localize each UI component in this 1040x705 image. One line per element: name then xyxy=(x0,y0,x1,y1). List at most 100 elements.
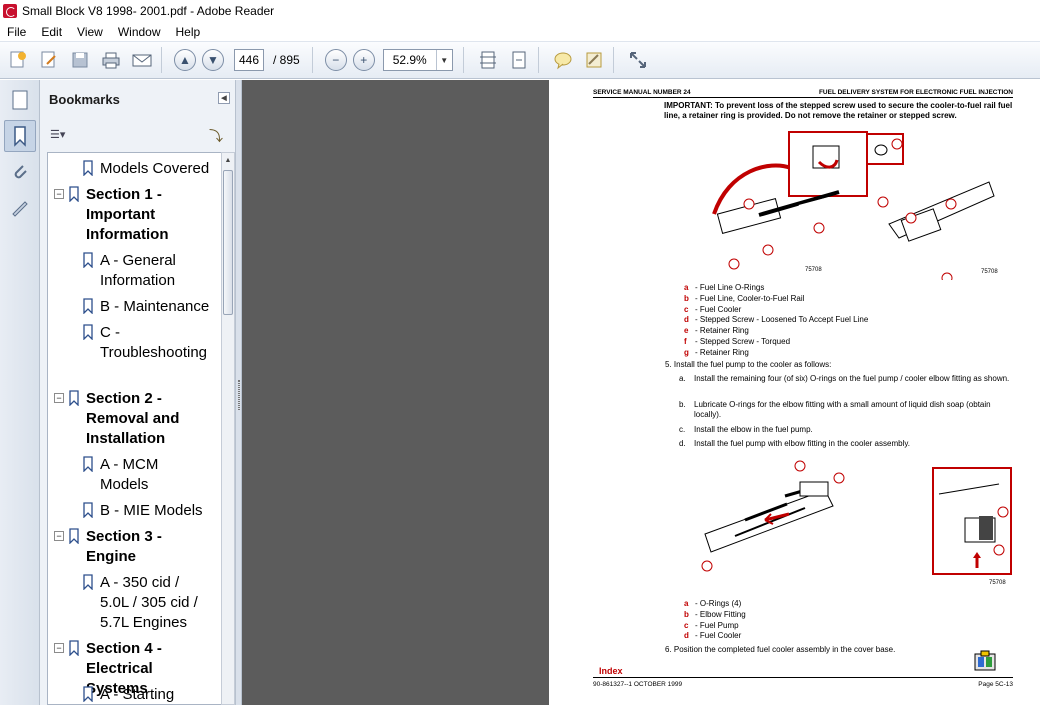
fit-page-icon[interactable] xyxy=(475,47,501,73)
legend-text: - Fuel Pump xyxy=(695,620,739,630)
footer-left: 90-861327--1 OCTOBER 1999 xyxy=(593,681,683,688)
edit-icon[interactable] xyxy=(36,47,62,73)
bookmark-item[interactable]: A - 350 cid / 5.0L / 305 cid / 5.7L Engi… xyxy=(82,573,202,633)
bookmark-icon xyxy=(68,640,80,656)
email-icon[interactable] xyxy=(129,47,155,73)
menu-view[interactable]: View xyxy=(70,25,111,39)
collapse-toggle-icon[interactable]: − xyxy=(54,189,64,199)
pdf-page: SERVICE MANUAL NUMBER 24 FUEL DELIVERY S… xyxy=(549,80,1040,705)
bookmark-item[interactable]: A - General Information xyxy=(82,251,212,291)
print-icon[interactable] xyxy=(98,47,124,73)
substep: a. Install the remaining four (of six) O-… xyxy=(679,374,1014,384)
create-pdf-icon[interactable] xyxy=(5,47,31,73)
figure1-legend-row: a - Fuel Line O-Rings xyxy=(684,283,868,294)
bookmark-label: A - 350 cid / 5.0L / 305 cid / 5.7L Engi… xyxy=(100,574,198,631)
comment-icon[interactable] xyxy=(550,47,576,73)
figure2-legend-row: c - Fuel Pump xyxy=(684,621,746,632)
bookmark-icon xyxy=(82,502,94,518)
sign-icon[interactable] xyxy=(581,47,607,73)
bookmarks-icon[interactable] xyxy=(4,120,36,152)
find-bookmark-icon[interactable]: ⤵ xyxy=(209,126,223,146)
bookmark-item[interactable]: − Section 1 - Important Information xyxy=(54,185,172,245)
adobe-reader-icon xyxy=(3,4,17,18)
figure1-legend-row: b - Fuel Line, Cooler-to-Fuel Rail xyxy=(684,294,868,305)
scroll-mode-icon[interactable] xyxy=(506,47,532,73)
menu-window[interactable]: Window xyxy=(111,25,169,39)
document-view[interactable]: SERVICE MANUAL NUMBER 24 FUEL DELIVERY S… xyxy=(242,80,1040,705)
toolbar-separator xyxy=(161,47,162,73)
toolbar-separator xyxy=(612,47,614,73)
zoom-in-icon[interactable]: + xyxy=(352,49,375,71)
attachments-icon[interactable] xyxy=(4,156,36,188)
substep-letter: b. xyxy=(679,400,686,409)
bookmark-label: Models Covered xyxy=(100,160,210,177)
bookmarks-scrollbar[interactable]: ▲ xyxy=(221,152,235,705)
toolbar-separator xyxy=(537,47,539,73)
bookmark-item[interactable]: B - Maintenance xyxy=(82,297,221,317)
page-number-input[interactable]: 446 xyxy=(234,49,264,71)
save-icon[interactable] xyxy=(67,47,93,73)
zoom-out-icon[interactable]: − xyxy=(324,49,347,71)
menu-edit[interactable]: Edit xyxy=(34,25,70,39)
bookmark-options-button[interactable]: ☰▾ xyxy=(49,125,75,143)
bookmark-item[interactable]: A - MCM Models xyxy=(82,455,192,495)
legend-text: - Fuel Line, Cooler-to-Fuel Rail xyxy=(695,293,805,303)
collapse-toggle-icon[interactable]: − xyxy=(54,643,64,653)
substep-text: Lubricate O-rings for the elbow fitting … xyxy=(694,400,991,419)
header-left: SERVICE MANUAL NUMBER 24 xyxy=(593,89,691,96)
legend-letter: c xyxy=(684,620,689,630)
substep-letter: d. xyxy=(679,439,686,448)
step-5: 5. Install the fuel pump to the cooler a… xyxy=(665,360,832,369)
menu-help[interactable]: Help xyxy=(169,25,209,39)
bookmark-item[interactable]: B - MIE Models xyxy=(82,501,212,521)
legend-text: - Stepped Screw - Torqued xyxy=(695,336,791,346)
splitter-grip[interactable] xyxy=(238,380,240,410)
substep: b. Lubricate O-rings for the elbow fittin… xyxy=(679,400,1014,420)
collapse-toggle-icon[interactable]: − xyxy=(54,393,64,403)
index-link[interactable]: Index xyxy=(599,666,623,676)
bookmarks-toolbar: ☰▾ ⤵ xyxy=(40,118,235,150)
figure1-legend-row: f - Stepped Screw - Torqued xyxy=(684,337,868,348)
page-thumbnails-icon[interactable] xyxy=(4,84,36,116)
substep: d. Install the fuel pump with elbow fitti… xyxy=(679,439,1014,449)
collapse-panel-button[interactable]: ◀ xyxy=(218,92,230,104)
figure2-legend-row: b - Elbow Fitting xyxy=(684,610,746,621)
legend-text: - Elbow Fitting xyxy=(695,609,746,619)
figure-number: 75708 xyxy=(981,269,998,275)
scroll-up-icon[interactable]: ▲ xyxy=(222,153,234,167)
toolbar-separator xyxy=(311,47,313,73)
index-book-icon[interactable] xyxy=(972,650,998,674)
previous-page-icon[interactable]: ▲ xyxy=(174,49,196,71)
fullscreen-icon[interactable] xyxy=(625,47,651,73)
legend-text: - Retainer Ring xyxy=(695,347,749,357)
toolbar-separator xyxy=(462,47,464,73)
bookmark-item[interactable]: A - Starting xyxy=(82,685,192,704)
bookmark-item[interactable]: − Section 2 - Removal and Installation xyxy=(54,389,194,449)
figure2-legend-row: d - Fuel Cooler xyxy=(684,631,746,642)
bookmark-tree: Models Covered − Section 1 - Important Inf… xyxy=(47,152,222,705)
substep-letter: a. xyxy=(679,374,686,383)
legend-letter: b xyxy=(684,609,689,619)
legend-text: - Fuel Cooler xyxy=(695,631,742,641)
substep-text: Install the elbow in the fuel pump. xyxy=(694,425,813,434)
collapse-toggle-icon[interactable]: − xyxy=(54,531,64,541)
next-page-icon[interactable]: ▼ xyxy=(202,49,224,71)
figure1-legend-row: c - Fuel Cooler xyxy=(684,305,868,316)
bookmark-item[interactable]: Models Covered xyxy=(82,159,212,179)
bookmark-icon xyxy=(82,252,94,268)
bookmark-item[interactable]: − Section 3 - Engine xyxy=(54,527,172,567)
menu-file[interactable]: File xyxy=(0,25,34,39)
scrollbar-thumb[interactable] xyxy=(223,170,233,315)
step-6: 6. Position the completed fuel cooler as… xyxy=(665,645,896,654)
footer-rule xyxy=(593,677,1013,678)
bookmark-label: Section 2 - Removal and Installation xyxy=(86,390,180,447)
chevron-down-icon[interactable]: ▼ xyxy=(435,50,452,70)
bookmark-icon xyxy=(68,186,80,202)
signatures-icon[interactable] xyxy=(4,192,36,224)
bookmark-item[interactable]: C - Troubleshooting xyxy=(82,323,207,363)
fuel-line-figure xyxy=(712,131,995,280)
figure2-legend: a - O-Rings (4) b - Elbow Fitting c - Fuel Pu… xyxy=(684,599,746,642)
navigation-pane-strip xyxy=(0,80,40,705)
legend-text: - Retainer Ring xyxy=(695,326,749,336)
zoom-select[interactable]: 52.9% ▼ xyxy=(382,49,453,71)
